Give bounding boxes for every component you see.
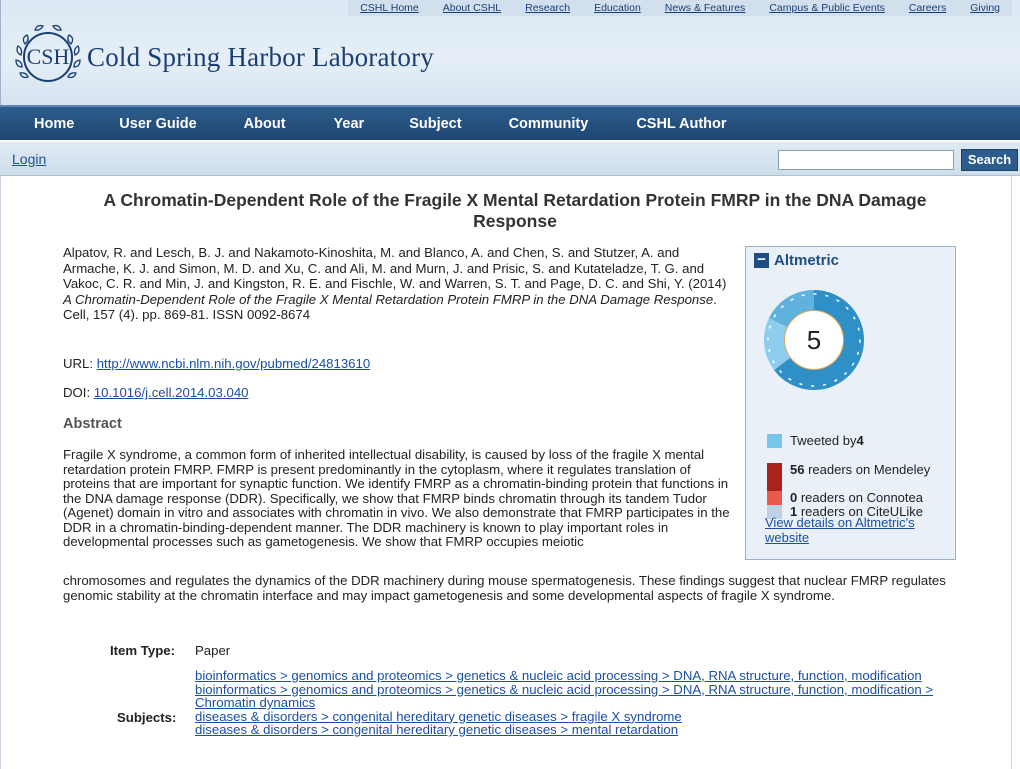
subject-link[interactable]: diseases & disorders > congenital heredi…: [195, 709, 975, 724]
pubmed-url-link[interactable]: http://www.ncbi.nlm.nih.gov/pubmed/24813…: [97, 356, 370, 371]
top-link-about-cshl[interactable]: About CSHL: [431, 0, 513, 16]
citation: Alpatov, R. and Lesch, B. J. and Nakamot…: [63, 245, 733, 323]
twitter-swatch: [767, 434, 782, 448]
subjects-label: Subjects:: [117, 710, 177, 725]
readers-swatch-stack: [767, 463, 782, 519]
site-header: CSHL Home About CSHL Research Education …: [0, 0, 1020, 105]
abstract-text: Fragile X syndrome, a common form of inh…: [63, 447, 730, 549]
tweeted-count: 4: [856, 433, 864, 448]
mendeley-entry: 56 readers on Mendeley: [790, 463, 930, 491]
tweeted-label: Tweeted by: [790, 433, 857, 448]
doi-link[interactable]: 10.1016/j.cell.2014.03.040: [94, 385, 249, 400]
top-link-news-features[interactable]: News & Features: [653, 0, 758, 16]
top-link-research[interactable]: Research: [513, 0, 582, 16]
logo-text: Cold Spring Harbor Laboratory: [87, 41, 434, 72]
main-nav: Home User Guide About Year Subject Commu…: [0, 105, 1020, 140]
mendeley-label: readers on Mendeley: [804, 462, 931, 477]
logo-abbrev: CSH: [26, 44, 70, 69]
readers-legend: 56 readers on Mendeley 0 readers on Conn…: [790, 463, 930, 519]
abstract-text-continued: chromosomes and regulates the dynamics o…: [63, 573, 946, 603]
item-type-value: Paper: [195, 643, 231, 658]
top-link-education[interactable]: Education: [582, 0, 653, 16]
collapse-icon[interactable]: −: [754, 252, 769, 268]
connotea-label: readers on Connotea: [797, 490, 923, 505]
subject-link[interactable]: diseases & disorders > congenital heredi…: [195, 723, 975, 737]
subject-link[interactable]: bioinformatics > genomics and proteomics…: [195, 669, 975, 683]
altmetric-header[interactable]: − Altmetric: [754, 252, 839, 269]
top-link-careers[interactable]: Careers: [897, 0, 958, 16]
logo-wreath-icon: CSH: [13, 22, 83, 92]
nav-community[interactable]: Community: [509, 116, 589, 132]
subject-link[interactable]: bioinformatics > genomics and proteomics…: [195, 682, 975, 710]
top-link-cshl-home[interactable]: CSHL Home: [348, 0, 431, 16]
connotea-entry: 0 readers on Connotea: [790, 491, 930, 505]
left-divider: [0, 176, 1, 769]
connotea-swatch: [767, 491, 782, 505]
citation-authors: Alpatov, R. and Lesch, B. J. and Nakamot…: [63, 245, 727, 292]
mendeley-count: 56: [790, 462, 805, 477]
site-logo[interactable]: CSH Cold Spring Harbor Laboratory: [13, 22, 434, 92]
url-label: URL:: [63, 356, 97, 371]
search-button[interactable]: Search: [961, 149, 1018, 171]
doi-line: DOI: 10.1016/j.cell.2014.03.040: [63, 385, 249, 400]
top-link-campus-events[interactable]: Campus & Public Events: [757, 0, 897, 16]
top-links-bar: CSHL Home About CSHL Research Education …: [348, 0, 1012, 16]
nav-home[interactable]: Home: [34, 116, 74, 132]
altmetric-score: 5: [806, 325, 822, 355]
subjects-list: bioinformatics > genomics and proteomics…: [195, 669, 975, 737]
page-title: A Chromatin-Dependent Role of the Fragil…: [103, 190, 927, 231]
legend-twitter: Tweeted by 4: [767, 434, 864, 448]
altmetric-panel: − Altmetric 5 Tweeted by 4 56 readers on…: [745, 246, 956, 560]
doi-label: DOI:: [63, 385, 94, 400]
abstract-heading: Abstract: [63, 416, 122, 432]
url-line: URL: http://www.ncbi.nlm.nih.gov/pubmed/…: [63, 356, 370, 371]
nav-subject[interactable]: Subject: [409, 116, 461, 132]
altmetric-details-link[interactable]: View details on Altmetric's website: [765, 515, 950, 545]
login-link[interactable]: Login: [12, 151, 46, 167]
top-link-giving[interactable]: Giving: [958, 0, 1012, 16]
login-bar: Login Search: [0, 142, 1020, 176]
right-divider: [1011, 176, 1012, 769]
item-type-label: Item Type:: [110, 643, 175, 658]
search-input[interactable]: [778, 150, 954, 170]
nav-cshl-author[interactable]: CSHL Author: [636, 116, 726, 132]
nav-year[interactable]: Year: [334, 116, 365, 132]
mendeley-swatch: [767, 463, 782, 491]
nav-about[interactable]: About: [244, 116, 286, 132]
nav-user-guide[interactable]: User Guide: [119, 116, 196, 132]
citation-title: A Chromatin-Dependent Role of the Fragil…: [63, 291, 714, 307]
altmetric-title: Altmetric: [774, 252, 840, 269]
